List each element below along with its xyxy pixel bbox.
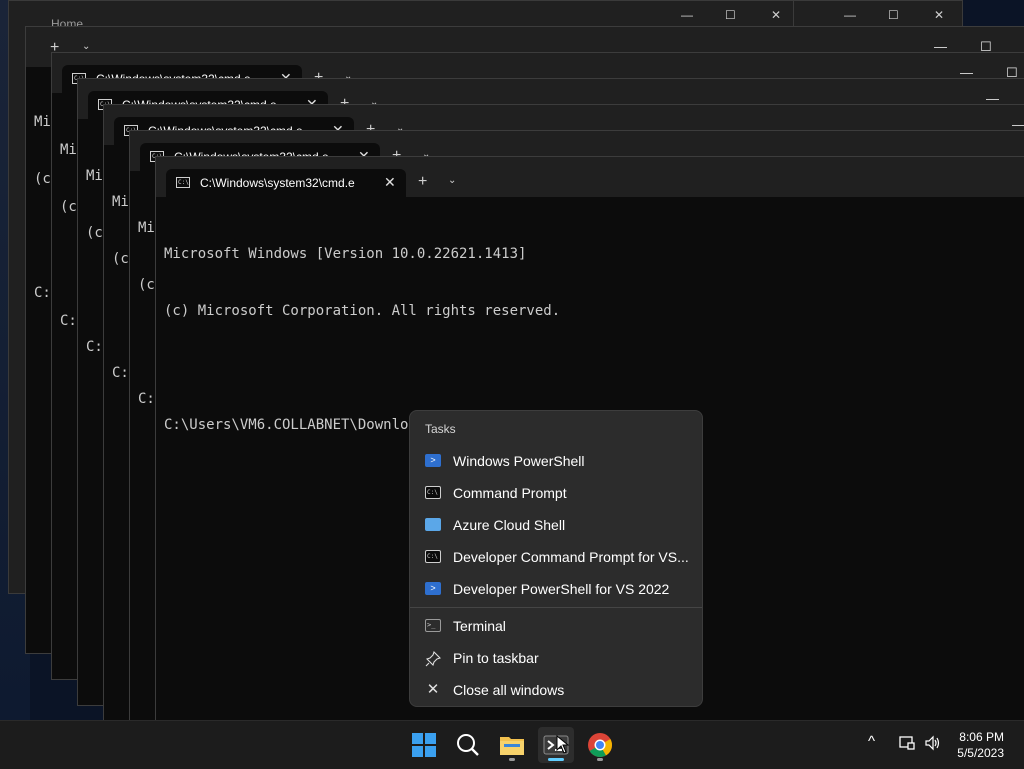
menu-divider bbox=[410, 607, 702, 608]
chrome-button[interactable] bbox=[582, 727, 618, 763]
item-label: Close all windows bbox=[453, 682, 565, 698]
search-button[interactable] bbox=[450, 727, 486, 763]
tab-title: C:\Windows\system32\cmd.e bbox=[200, 176, 355, 190]
close-button[interactable]: ✕ bbox=[771, 9, 781, 21]
tasks-header: Tasks bbox=[425, 422, 456, 436]
terminal-line: Microsoft Windows [Version 10.0.22621.14… bbox=[164, 246, 527, 262]
item-label: Command Prompt bbox=[453, 485, 567, 501]
item-label: Terminal bbox=[453, 618, 506, 634]
close-button[interactable]: ✕ bbox=[934, 9, 944, 21]
command-prompt-icon: C:\ bbox=[425, 550, 441, 563]
network-icon[interactable] bbox=[898, 735, 916, 755]
clock-time: 8:06 PM bbox=[959, 730, 1004, 744]
powershell-icon: > bbox=[425, 582, 441, 595]
terminal-icon: >_ bbox=[425, 619, 441, 632]
minimize-button[interactable]: — bbox=[681, 9, 693, 21]
running-indicator bbox=[509, 758, 515, 761]
new-tab-button[interactable]: + bbox=[418, 173, 427, 191]
item-label: Azure Cloud Shell bbox=[453, 517, 566, 533]
file-explorer-button[interactable] bbox=[494, 727, 530, 763]
jump-list-item-terminal[interactable]: >_ Terminal bbox=[410, 610, 702, 642]
mouse-cursor-icon bbox=[556, 735, 570, 754]
jump-list-item-developer-powershell[interactable]: > Developer PowerShell for VS 2022 bbox=[410, 573, 702, 605]
terminal-taskbar-button[interactable] bbox=[538, 727, 574, 763]
item-label: Windows PowerShell bbox=[453, 453, 585, 469]
search-icon bbox=[457, 734, 479, 756]
tab-dropdown-button[interactable]: ⌄ bbox=[448, 175, 456, 186]
system-clock[interactable]: 8:06 PM 5/5/2023 bbox=[957, 729, 1004, 761]
powershell-icon: > bbox=[425, 454, 441, 467]
item-label: Developer Command Prompt for VS... bbox=[453, 549, 689, 565]
jump-list-item-developer-command-prompt[interactable]: C:\ Developer Command Prompt for VS... bbox=[410, 541, 702, 573]
maximize-button[interactable]: ☐ bbox=[888, 9, 899, 21]
jump-list-item-close-all-windows[interactable]: ✕ Close all windows bbox=[410, 674, 702, 706]
active-indicator bbox=[548, 758, 564, 761]
close-icon: ✕ bbox=[426, 681, 440, 698]
taskbar-jump-list: Tasks > Windows PowerShell C:\ Command P… bbox=[409, 410, 703, 707]
tab-close-icon[interactable]: ✕ bbox=[384, 174, 396, 191]
jump-list-item-pin-to-taskbar[interactable]: Pin to taskbar bbox=[410, 642, 702, 674]
tab-cmd-active[interactable]: C:\ C:\Windows\system32\cmd.e ✕ bbox=[166, 169, 406, 197]
item-label: Developer PowerShell for VS 2022 bbox=[453, 581, 670, 597]
maximize-button[interactable]: ☐ bbox=[725, 9, 736, 21]
command-prompt-icon: C:\ bbox=[176, 177, 190, 188]
jump-list-item-windows-powershell[interactable]: > Windows PowerShell bbox=[410, 445, 702, 477]
taskbar: ^ 8:06 PM 5/5/2023 bbox=[0, 720, 1024, 769]
pin-icon bbox=[425, 650, 442, 667]
azure-cloud-shell-icon bbox=[425, 518, 441, 531]
running-indicator bbox=[597, 758, 603, 761]
jump-list-item-command-prompt[interactable]: C:\ Command Prompt bbox=[410, 477, 702, 509]
windows-logo-icon bbox=[412, 733, 436, 757]
jump-list-item-azure-cloud-shell[interactable]: Azure Cloud Shell bbox=[410, 509, 702, 541]
show-hidden-icons-chevron-up-icon[interactable]: ^ bbox=[868, 733, 875, 750]
start-button[interactable] bbox=[406, 727, 442, 763]
volume-icon[interactable] bbox=[924, 735, 942, 755]
terminal-line: (c) Microsoft Corporation. All rights re… bbox=[164, 303, 561, 319]
command-prompt-icon: C:\ bbox=[425, 486, 441, 499]
tab-dropdown-button[interactable]: ⌄ bbox=[82, 41, 90, 52]
item-label: Pin to taskbar bbox=[453, 650, 539, 666]
clock-date: 5/5/2023 bbox=[957, 746, 1004, 760]
terminal-prompt: C:\Users\VM6.COLLABNET\Downloads> bbox=[164, 417, 443, 433]
minimize-button[interactable]: — bbox=[844, 9, 856, 21]
